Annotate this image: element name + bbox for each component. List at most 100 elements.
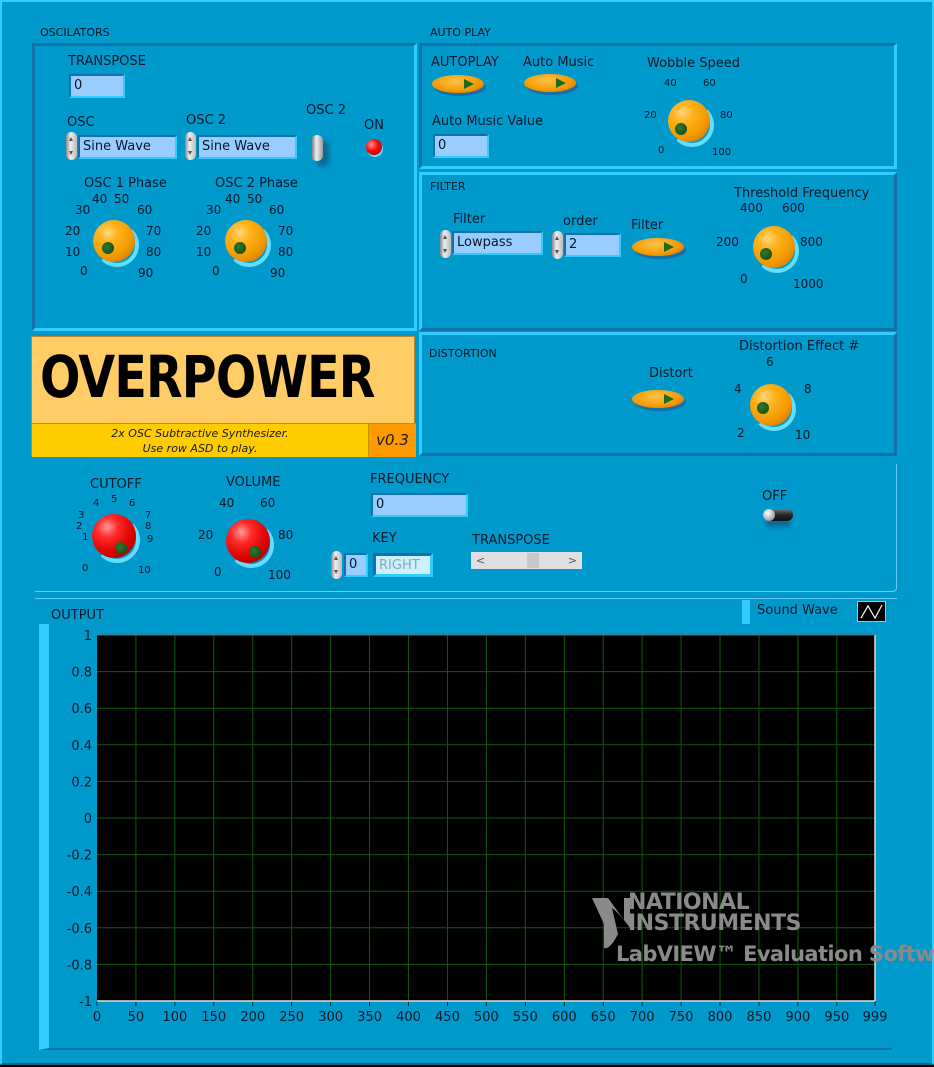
x-tick-label: 500 bbox=[474, 1010, 499, 1025]
scroll-right-arrow-icon[interactable]: > bbox=[568, 552, 577, 569]
autoplay-button[interactable] bbox=[432, 75, 484, 93]
distortion-effect-knob[interactable]: 6 4 8 2 10 bbox=[727, 355, 827, 447]
volume-knob[interactable]: 40 60 20 80 0 100 bbox=[198, 494, 302, 584]
tick: 0 bbox=[214, 565, 222, 579]
tick: 90 bbox=[138, 266, 154, 280]
distortion-effect-label: Distortion Effect # bbox=[739, 339, 860, 354]
power-toggle-switch[interactable] bbox=[763, 509, 793, 521]
tick: 40 bbox=[219, 496, 235, 510]
transpose-slider-label: TRANSPOSE bbox=[472, 533, 550, 548]
tick: 0 bbox=[658, 145, 665, 156]
tick: 60 bbox=[137, 203, 153, 217]
distort-button[interactable] bbox=[632, 390, 684, 408]
filter-type-ring[interactable]: Lowpass bbox=[452, 231, 543, 255]
tick: 400 bbox=[740, 201, 763, 215]
osc1-spinner[interactable] bbox=[66, 132, 77, 160]
tick: 40 bbox=[225, 192, 241, 206]
tick: 80 bbox=[278, 528, 294, 542]
tick: 80 bbox=[146, 245, 162, 259]
autoplay-section-title: AUTO PLAY bbox=[430, 26, 491, 39]
tick: 7 bbox=[145, 510, 152, 521]
order-label: order bbox=[563, 214, 598, 229]
scroll-thumb[interactable] bbox=[527, 553, 539, 568]
chart-legend[interactable]: Sound Wave bbox=[742, 600, 892, 626]
knob-indicator bbox=[102, 242, 114, 254]
tick: 4 bbox=[93, 498, 100, 509]
order-spinner[interactable] bbox=[552, 231, 563, 259]
x-tick-label: 50 bbox=[128, 1010, 145, 1025]
transpose-label: TRANSPOSE bbox=[68, 54, 146, 69]
key-value-field: RIGHT bbox=[373, 553, 433, 577]
sound-wave-plot-icon[interactable] bbox=[857, 601, 886, 622]
oscillators-section-title: OSCILATORS bbox=[40, 26, 110, 39]
tick: 40 bbox=[92, 192, 108, 206]
auto-music-value-label: Auto Music Value bbox=[432, 114, 544, 129]
x-tick-label: 700 bbox=[630, 1010, 655, 1025]
auto-music-button[interactable] bbox=[524, 74, 576, 92]
key-index-field[interactable]: 0 bbox=[344, 553, 368, 577]
osc2-phase-knob[interactable]: 40 50 30 60 20 70 10 80 0 90 bbox=[193, 192, 303, 284]
osc2-led-label: ON bbox=[364, 118, 384, 133]
app-subtitle: 2x OSC Subtractive Synthesizer. Use row … bbox=[32, 423, 368, 457]
osc1-phase-label: OSC 1 Phase bbox=[84, 176, 167, 191]
tick: 40 bbox=[664, 78, 677, 89]
tick: 30 bbox=[206, 203, 222, 217]
osc2-switch-label: OSC 2 bbox=[306, 103, 346, 118]
legend-label: Sound Wave bbox=[757, 603, 838, 618]
tick: 10 bbox=[795, 428, 811, 442]
y-tick-label: -0.2 bbox=[67, 849, 92, 864]
output-title: OUTPUT bbox=[51, 608, 104, 623]
knob-indicator bbox=[760, 248, 772, 260]
tick: 1 bbox=[82, 532, 89, 543]
auto-music-button-label: Auto Music bbox=[523, 55, 595, 70]
osc2-on-led bbox=[366, 139, 382, 155]
wobble-speed-knob[interactable]: 40 60 20 80 0 100 bbox=[642, 78, 742, 162]
knob-indicator bbox=[115, 542, 127, 554]
knob-cap bbox=[93, 220, 135, 262]
x-tick-label: 150 bbox=[201, 1010, 226, 1025]
tick: 60 bbox=[703, 78, 716, 89]
tick: 90 bbox=[270, 266, 286, 280]
knob-indicator bbox=[757, 402, 769, 414]
filter-type-spinner[interactable] bbox=[440, 230, 451, 258]
key-spinner[interactable] bbox=[331, 551, 342, 579]
y-tick-label: 0.2 bbox=[71, 775, 92, 790]
osc2-spinner[interactable] bbox=[185, 132, 196, 160]
osc1-ring[interactable]: Sine Wave bbox=[78, 135, 177, 159]
tick: 50 bbox=[247, 192, 263, 206]
x-tick-label: 850 bbox=[747, 1010, 772, 1025]
x-tick-label: 600 bbox=[552, 1010, 577, 1025]
knob-cap bbox=[668, 100, 710, 142]
frequency-label: FREQUENCY bbox=[370, 472, 450, 487]
subtitle-line-1: 2x OSC Subtractive Synthesizer. bbox=[111, 427, 289, 440]
distort-button-label: Distort bbox=[649, 366, 693, 381]
knob-indicator bbox=[249, 546, 261, 558]
order-field[interactable]: 2 bbox=[564, 233, 621, 257]
osc1-phase-knob[interactable]: 40 50 30 60 20 70 10 80 0 90 bbox=[62, 192, 172, 284]
x-tick-label: 750 bbox=[669, 1010, 694, 1025]
cutoff-knob[interactable]: 1 2 3 4 5 6 7 8 9 0 10 bbox=[74, 494, 164, 580]
cutoff-label: CUTOFF bbox=[90, 477, 142, 492]
filter-button-label: Filter bbox=[631, 218, 664, 233]
volume-label: VOLUME bbox=[226, 475, 281, 490]
tick: 20 bbox=[196, 224, 212, 238]
tick: 100 bbox=[712, 147, 732, 158]
osc2-ring[interactable]: Sine Wave bbox=[197, 135, 297, 159]
filter-button[interactable] bbox=[632, 238, 684, 256]
x-tick-label: 350 bbox=[357, 1010, 382, 1025]
tick: 10 bbox=[65, 245, 81, 259]
frequency-field: 0 bbox=[371, 493, 468, 517]
app-banner: OVERPOWER 2x OSC Subtractive Synthesizer… bbox=[31, 336, 416, 457]
x-tick-label: 200 bbox=[240, 1010, 265, 1025]
scroll-left-arrow-icon[interactable]: < bbox=[476, 552, 485, 569]
transpose-field[interactable]: 0 bbox=[69, 74, 125, 98]
auto-music-value-field: 0 bbox=[433, 134, 489, 158]
threshold-frequency-knob[interactable]: 400 600 200 800 0 1000 bbox=[712, 201, 832, 297]
osc2-toggle-switch[interactable] bbox=[311, 135, 323, 161]
x-tick-label: 950 bbox=[824, 1010, 849, 1025]
x-tick-label: 250 bbox=[279, 1010, 304, 1025]
knob-cap bbox=[92, 514, 136, 558]
transpose-scrollbar[interactable]: < > bbox=[471, 552, 582, 569]
tick: 0 bbox=[80, 264, 88, 278]
output-waveform-chart[interactable]: 0 50 100 150 200 250 300 350 400 450 500 550 600 650 7… bbox=[42, 624, 902, 1034]
